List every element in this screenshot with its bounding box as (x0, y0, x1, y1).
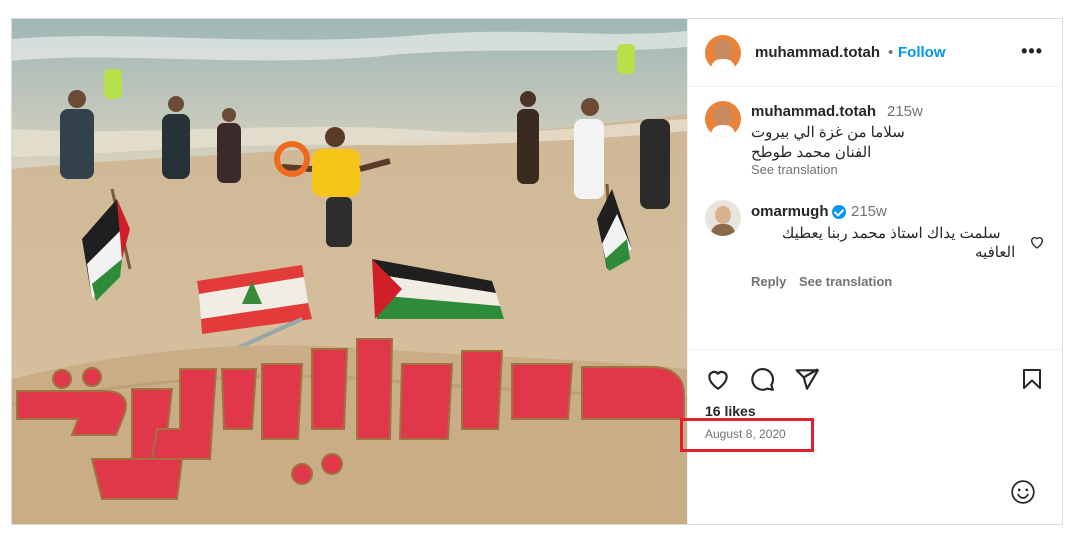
more-icon[interactable]: ••• (1021, 41, 1043, 62)
post-header: muhammad.totah • Follow ••• (688, 19, 1063, 87)
post-photo[interactable] (12, 19, 687, 524)
comment-icon[interactable] (749, 366, 775, 392)
author-username[interactable]: muhammad.totah (755, 44, 880, 61)
comment-text-line1: سلاما من غزة الي بيروت (751, 124, 905, 141)
comment-text-line2: العافيه (975, 244, 1016, 261)
emoji-icon[interactable] (1010, 479, 1036, 505)
comment-time[interactable]: 215w (851, 203, 887, 220)
avatar-shirt (711, 125, 735, 137)
instagram-post: muhammad.totah • Follow ••• muhammad.tot… (11, 18, 1063, 525)
comment-username[interactable]: muhammad.totah (751, 103, 876, 120)
separator-dot: • (888, 44, 894, 61)
action-bar (688, 349, 1063, 397)
heart-icon[interactable] (704, 366, 732, 392)
reply-button[interactable]: Reply (751, 274, 786, 289)
see-translation-link[interactable]: See translation (799, 274, 892, 289)
avatar-shirt (711, 59, 735, 71)
comment-text-line2: الفنان محمد طوطح (751, 144, 872, 161)
comment-time[interactable]: 215w (887, 103, 923, 120)
comment-text-line1: سلمت يداك استاذ محمد ربنا يعطيك (782, 225, 1001, 242)
comment-username[interactable]: omarmugh (751, 203, 829, 220)
date-highlight-box (680, 418, 814, 452)
share-icon[interactable] (794, 366, 820, 392)
beach-scene-image (12, 19, 687, 524)
see-translation-link[interactable]: See translation (751, 162, 838, 177)
likes-count[interactable]: 16 likes (705, 403, 756, 419)
like-comment-heart-icon[interactable] (1029, 234, 1045, 250)
avatar-shirt (711, 224, 735, 236)
comment-avatar[interactable] (705, 200, 741, 236)
comments-section: muhammad.totah 215w سلاما من غزة الي بير… (688, 87, 1063, 349)
avatar-face (715, 206, 731, 224)
comment-avatar[interactable] (705, 101, 741, 137)
author-avatar[interactable] (705, 35, 741, 71)
follow-button[interactable]: Follow (898, 44, 946, 61)
avatar-face (714, 40, 732, 60)
avatar-face (714, 106, 732, 126)
bookmark-icon[interactable] (1020, 366, 1044, 392)
verified-icon (832, 205, 846, 219)
